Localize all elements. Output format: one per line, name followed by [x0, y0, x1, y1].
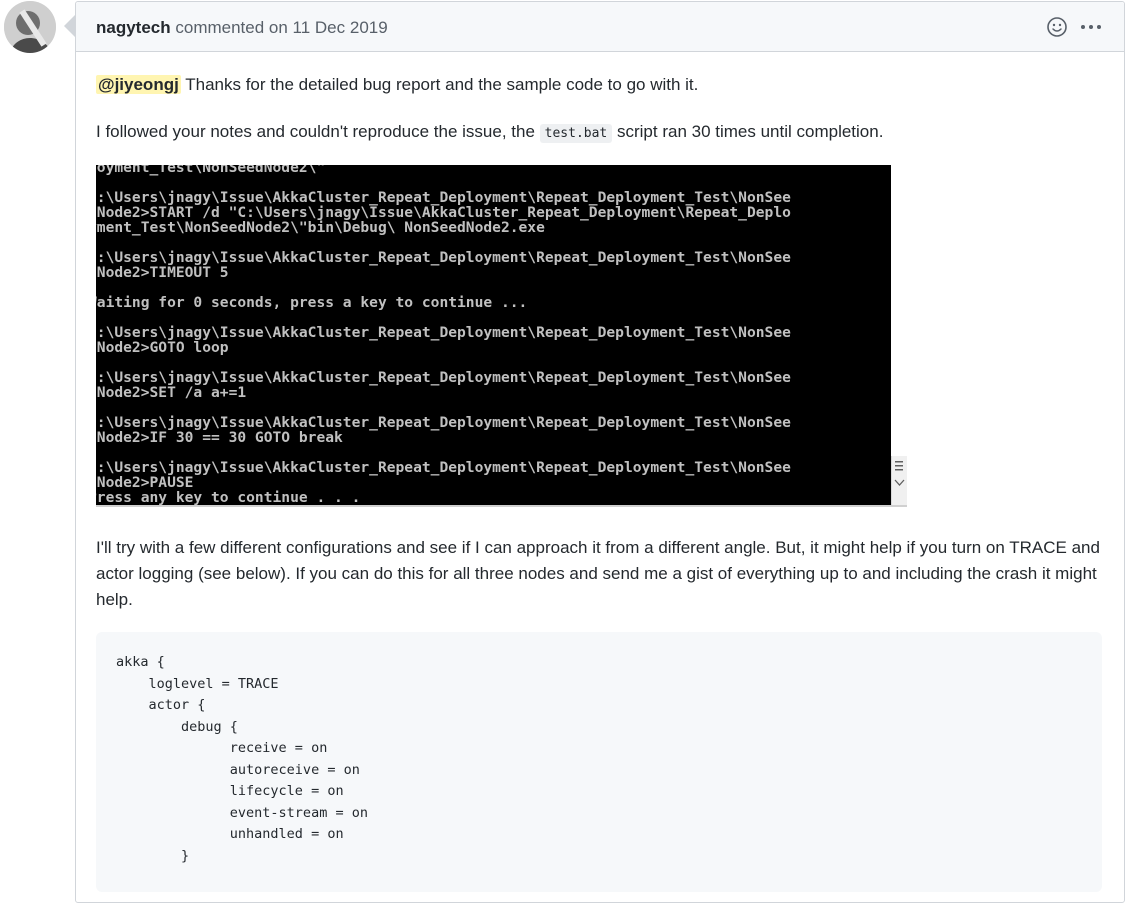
- terminal-line: dNode2>START /d "C:\Users\jnagy\Issue\Ak…: [96, 204, 791, 221]
- paragraph-1-text: Thanks for the detailed bug report and t…: [180, 75, 699, 94]
- comment-paragraph-3: I'll try with a few different configurat…: [96, 538, 1100, 609]
- author-link[interactable]: nagytech: [96, 18, 171, 37]
- terminal-line: dNode2>SET /a a+=1: [96, 384, 247, 401]
- code-line: lifecycle = on: [116, 783, 344, 799]
- smiley-icon[interactable]: [1046, 16, 1068, 38]
- terminal-line: C:\Users\jnagy\Issue\AkkaCluster_Repeat_…: [96, 249, 791, 266]
- comment-paragraph-2: I followed your notes and couldn't repro…: [96, 119, 883, 147]
- paragraph-2-text-after: script ran 30 times until completion.: [612, 122, 884, 141]
- kebab-horizontal-icon[interactable]: [1079, 16, 1103, 38]
- terminal-line: C:\Users\jnagy\Issue\AkkaCluster_Repeat_…: [96, 459, 791, 476]
- terminal-line: C:\Users\jnagy\Issue\AkkaCluster_Repeat_…: [96, 324, 791, 341]
- code-line: debug {: [116, 718, 238, 735]
- terminal-line: C:\Users\jnagy\Issue\AkkaCluster_Repeat_…: [96, 414, 791, 431]
- code-line: akka {: [116, 654, 165, 670]
- paragraph-2-text-before: I followed your notes and couldn't repro…: [96, 122, 540, 141]
- comment-paragraph-1: @jiyeongj Thanks for the detailed bug re…: [96, 72, 698, 98]
- code-block: akka { loglevel = TRACE actor { debug { …: [96, 632, 1102, 892]
- user-mention-link[interactable]: @jiyeongj: [96, 75, 181, 94]
- terminal-line: yment_Test\NonSeedNode2\"bin\Debug\ NonS…: [96, 219, 545, 236]
- terminal-output: loyment_Test\NonSeedNode2\" C:\Users\jnag…: [96, 165, 891, 505]
- terminal-line: C:\Users\jnagy\Issue\AkkaCluster_Repeat_…: [96, 369, 791, 386]
- terminal-line: Press any key to continue . . .: [96, 489, 361, 505]
- comment-timestamp[interactable]: commented on 11 Dec 2019: [171, 18, 387, 37]
- terminal-line: dNode2>TIMEOUT 5: [96, 264, 229, 281]
- terminal-bottom-border: [96, 505, 907, 507]
- code-line: receive = on: [116, 740, 328, 756]
- terminal-line: dNode2>PAUSE: [96, 474, 194, 491]
- code-line: loglevel = TRACE: [116, 675, 279, 692]
- comment-box: nagytech commented on 11 Dec 2019 @jiyeo…: [75, 1, 1125, 903]
- terminal-screenshot[interactable]: loyment_Test\NonSeedNode2\" C:\Users\jnag…: [96, 165, 907, 507]
- terminal-line: loyment_Test\NonSeedNode2\": [96, 165, 326, 176]
- code-line: autoreceive = on: [116, 761, 360, 778]
- terminal-line: Waiting for 0 seconds, press a key to co…: [96, 294, 528, 311]
- comment-header-text: nagytech commented on 11 Dec 2019: [96, 18, 388, 38]
- scrollbar-grip-icon: [894, 461, 905, 486]
- comment-header: nagytech commented on 11 Dec 2019: [76, 2, 1124, 52]
- terminal-line: dNode2>IF 30 == 30 GOTO break: [96, 429, 343, 446]
- inline-code: test.bat: [539, 124, 613, 143]
- terminal-scrollbar: [891, 456, 907, 505]
- code-line: actor {: [116, 697, 206, 713]
- terminal-line: dNode2>GOTO loop: [96, 339, 229, 356]
- code-line: unhandled = on: [116, 826, 344, 842]
- avatar-image: [4, 1, 56, 53]
- avatar[interactable]: [4, 1, 56, 53]
- terminal-line: C:\Users\jnagy\Issue\AkkaCluster_Repeat_…: [96, 189, 791, 206]
- code-line: event-stream = on: [116, 804, 368, 821]
